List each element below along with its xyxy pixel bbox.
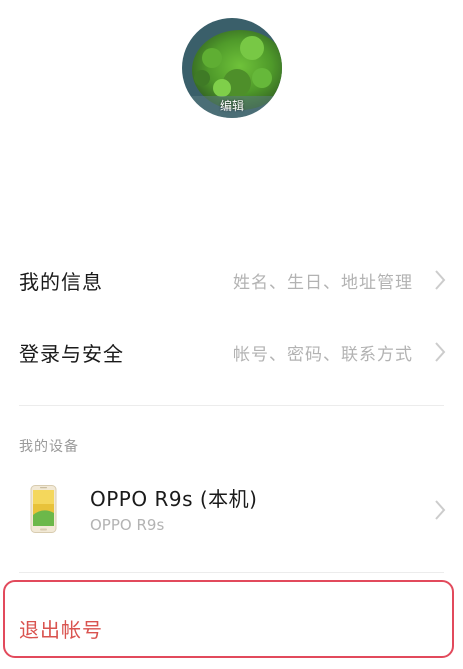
login-security-hint: 帐号、密码、联系方式	[233, 344, 413, 365]
login-security-row[interactable]: 登录与安全 帐号、密码、联系方式	[0, 320, 463, 384]
section-divider	[19, 572, 444, 573]
chevron-right-icon	[435, 342, 446, 362]
logout-button[interactable]: 退出帐号	[19, 614, 103, 643]
my-info-row[interactable]: 我的信息 姓名、生日、地址管理	[0, 248, 463, 312]
account-settings-page: 编辑 我的信息 姓名、生日、地址管理 登录与安全 帐号、密码、联系方式 我的设备…	[0, 0, 463, 669]
login-security-label: 登录与安全	[19, 341, 124, 366]
avatar-edit-label[interactable]: 编辑	[182, 97, 282, 114]
my-info-label: 我的信息	[19, 269, 103, 294]
device-name: OPPO R9s (本机)	[90, 487, 258, 511]
my-info-hint: 姓名、生日、地址管理	[233, 272, 413, 293]
section-divider	[19, 405, 444, 406]
chevron-right-icon	[435, 270, 446, 290]
my-devices-title: 我的设备	[19, 439, 79, 455]
chevron-right-icon	[435, 500, 446, 520]
device-model: OPPO R9s	[90, 516, 165, 534]
phone-icon	[30, 485, 57, 533]
device-item[interactable]: OPPO R9s (本机) OPPO R9s	[0, 474, 463, 546]
avatar[interactable]: 编辑	[182, 18, 282, 118]
